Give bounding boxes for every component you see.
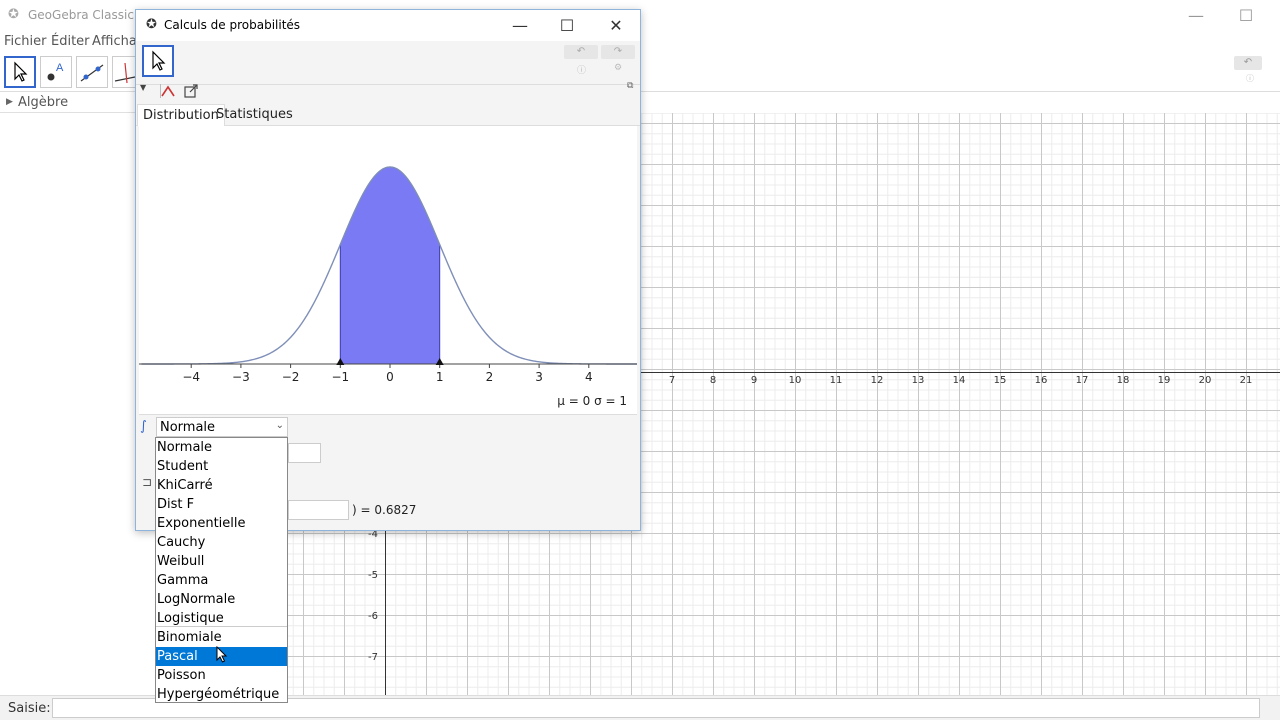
distribution-option[interactable]: Dist F xyxy=(156,495,287,514)
menu-fichier[interactable]: Fichier xyxy=(4,34,47,49)
plot-x-tick-label: 4 xyxy=(585,370,593,384)
export-icon[interactable] xyxy=(183,83,199,99)
view-menu-arrow-icon[interactable]: ▼ xyxy=(140,83,146,92)
line-tool-button[interactable] xyxy=(76,56,108,88)
list-separator xyxy=(156,626,287,627)
chevron-down-icon[interactable]: ⌄ xyxy=(276,420,284,431)
plot-x-tick-label: −4 xyxy=(182,370,200,384)
distribution-select-value: Normale xyxy=(160,420,216,435)
main-x-tick-label: 18 xyxy=(1116,375,1130,386)
perpendicular-icon xyxy=(114,62,136,84)
geogebra-icon: ✪ xyxy=(146,17,157,32)
main-y-tick-label: -7 xyxy=(368,652,378,663)
graph-style-icon[interactable] xyxy=(160,83,176,99)
dialog-help-icon[interactable]: ⓘ xyxy=(577,63,586,76)
main-y-tick-label: -5 xyxy=(368,570,378,581)
dialog-view-bar: ▼ ⧉ xyxy=(136,81,640,101)
algebra-label: Algèbre xyxy=(18,95,69,110)
distribution-option[interactable]: Cauchy xyxy=(156,533,287,552)
dialog-toolbar: ↶ ↷ ⓘ ⚙ xyxy=(136,41,640,85)
interval-bound-field[interactable] xyxy=(288,500,349,520)
menu-affichage[interactable]: Affichage xyxy=(92,34,138,49)
distribution-plot-area[interactable]: −4 −3 −2 −1 0 1 2 3 4 μ = 0 σ = 1 xyxy=(139,126,639,414)
dialog-undo-button[interactable]: ↶ xyxy=(564,45,598,59)
plot-x-tick-label: 1 xyxy=(436,370,444,384)
dialog-redo-button[interactable]: ↷ xyxy=(601,45,635,59)
probability-result: ) = 0.6827 xyxy=(352,503,417,517)
dialog-tabs: Distribution Statistiques xyxy=(136,104,640,126)
arrow-cursor-icon xyxy=(14,61,28,82)
distribution-option[interactable]: Exponentielle xyxy=(156,514,287,533)
y-axis xyxy=(385,530,386,695)
algebra-view-header[interactable]: ▶ Algèbre xyxy=(0,93,140,113)
dock-icon[interactable]: ⧉ xyxy=(627,81,633,91)
distribution-option[interactable]: Weibull xyxy=(156,552,287,571)
geogebra-icon: ✪ xyxy=(8,7,19,22)
main-y-tick-label: -6 xyxy=(368,611,378,622)
dialog-close-icon[interactable]: ✕ xyxy=(605,15,627,37)
line-icon xyxy=(80,64,104,82)
distribution-option[interactable]: Hypergéométrique xyxy=(156,685,287,704)
point-tool-button[interactable]: A xyxy=(40,56,72,88)
dialog-title: Calculs de probabilités xyxy=(164,18,301,32)
main-x-tick-label: 16 xyxy=(1034,375,1048,386)
normal-distribution-chart: −4 −3 −2 −1 0 1 2 3 4 μ = 0 σ = 1 xyxy=(139,166,639,408)
plot-x-tick-label: −2 xyxy=(282,370,300,384)
dialog-minimize-icon[interactable]: — xyxy=(509,15,531,37)
help-icon-main[interactable]: ⓘ xyxy=(1246,73,1254,84)
maximize-icon[interactable]: ☐ xyxy=(1236,6,1256,26)
shaded-probability-area xyxy=(339,166,441,365)
dialog-settings-icon[interactable]: ⚙ xyxy=(614,63,622,73)
parameter-field[interactable] xyxy=(288,443,321,463)
main-x-tick-label: 8 xyxy=(709,375,717,386)
expand-arrow-icon[interactable]: ▶ xyxy=(6,97,13,107)
main-x-tick-label: 21 xyxy=(1239,375,1253,386)
plot-x-tick-label: 2 xyxy=(486,370,494,384)
curve-icon: ∫ xyxy=(140,419,147,434)
mu-sigma-label: μ = 0 σ = 1 xyxy=(557,394,627,408)
main-x-tick-label: 15 xyxy=(993,375,1007,386)
x-axis xyxy=(640,372,1280,373)
minimize-icon[interactable]: — xyxy=(1186,6,1206,26)
distribution-option[interactable]: Gamma xyxy=(156,571,287,590)
menubar: Fichier Éditer Affichage xyxy=(0,32,140,52)
dialog-maximize-icon[interactable]: ☐ xyxy=(556,15,578,37)
plot-x-tick-label: −1 xyxy=(331,370,349,384)
distribution-option[interactable]: Poisson xyxy=(156,666,287,685)
distribution-option[interactable]: Student xyxy=(156,457,287,476)
main-x-tick-label: 12 xyxy=(870,375,884,386)
mouse-cursor-icon xyxy=(216,646,228,663)
svg-text:A: A xyxy=(56,62,64,74)
main-x-tick-label: 14 xyxy=(952,375,966,386)
dialog-titlebar[interactable]: ✪ Calculs de probabilités — ☐ ✕ xyxy=(136,10,640,41)
perpendicular-tool-button[interactable] xyxy=(112,56,136,88)
undo-button-main[interactable]: ↶ xyxy=(1234,56,1262,70)
main-x-tick-label: 10 xyxy=(788,375,802,386)
main-x-tick-label: 9 xyxy=(750,375,758,386)
distribution-option[interactable]: Normale xyxy=(156,438,287,457)
plot-x-tick-label: 0 xyxy=(386,370,394,384)
distribution-option[interactable]: LogNormale xyxy=(156,590,287,609)
main-x-tick-label: 11 xyxy=(829,375,843,386)
main-window-title: GeoGebra Classic 5 xyxy=(28,8,146,22)
distribution-select[interactable]: Normale ⌄ xyxy=(156,417,288,437)
tab-statistiques[interactable]: Statistiques xyxy=(211,104,298,126)
point-icon: A xyxy=(47,62,64,81)
main-x-tick-label: 7 xyxy=(668,375,676,386)
main-x-tick-label: 13 xyxy=(911,375,925,386)
main-x-tick-label: 17 xyxy=(1075,375,1089,386)
plot-x-tick-label: 3 xyxy=(535,370,543,384)
plot-x-tick-label: −3 xyxy=(232,370,250,384)
dialog-move-tool-button[interactable] xyxy=(142,45,174,77)
distribution-option[interactable]: KhiCarré xyxy=(156,476,287,495)
main-x-tick-label: 20 xyxy=(1198,375,1212,386)
distribution-option[interactable]: Binomiale xyxy=(156,628,287,647)
input-label: Saisie: xyxy=(8,701,51,716)
main-x-tick-label: 19 xyxy=(1157,375,1171,386)
arrow-cursor-icon xyxy=(152,50,166,71)
menu-editer[interactable]: Éditer xyxy=(51,34,90,49)
move-tool-button[interactable] xyxy=(4,56,36,88)
interval-type-icon[interactable]: ⊐ xyxy=(142,475,152,489)
